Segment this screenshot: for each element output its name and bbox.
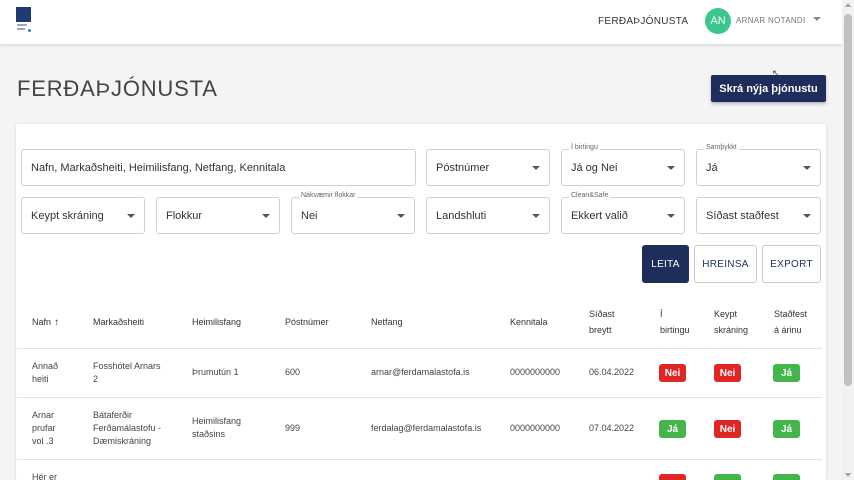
status-badge: Já <box>659 420 686 438</box>
dropdown-arrow-icon <box>127 214 135 218</box>
cell-kennitala: 0000000000 <box>510 367 561 377</box>
mouse-cursor-icon: ↖ <box>772 68 780 78</box>
column-header-sidast-breytt[interactable]: Síðast breytt <box>589 306 615 338</box>
user-name[interactable]: ARNAR NOTANDI <box>736 16 806 25</box>
clean-safe-select[interactable]: Clean&Safe Ekkert valið <box>561 192 685 234</box>
birtingu-select[interactable]: Í birtingu Já og Nei <box>561 144 685 186</box>
chevron-down-icon[interactable] <box>813 17 821 21</box>
column-header-stadfest[interactable]: Staðfest á árinu <box>774 306 807 338</box>
column-header-kennitala[interactable]: Kennitala <box>510 314 548 330</box>
clear-button[interactable]: HREINSA <box>694 245 757 283</box>
cell-netfang: arnar@ferdamalastofa.is <box>371 367 470 377</box>
column-header-netfang[interactable]: Netfang <box>371 314 403 330</box>
page-title: FERÐAÞJÓNUSTA <box>17 76 218 101</box>
dropdown-arrow-icon <box>803 214 811 218</box>
cell-nafn: Annað heiti <box>32 361 59 384</box>
dropdown-arrow-icon <box>532 214 540 218</box>
dropdown-arrow-icon <box>667 214 675 218</box>
cell-postnumer: 999 <box>285 423 301 433</box>
dropdown-arrow-icon <box>397 214 405 218</box>
status-badge <box>659 474 686 480</box>
column-header-markadsheiti[interactable]: Markaðsheiti <box>93 314 144 330</box>
dropdown-arrow-icon <box>532 166 540 170</box>
cell-heimilisfang: Þrumutún 1 <box>192 367 239 377</box>
avatar[interactable]: AN <box>705 8 731 34</box>
cell-netfang: ferdalag@ferdamalastofa.is <box>371 423 482 433</box>
export-button[interactable]: EXPORT <box>762 245 821 283</box>
status-badge: Nei <box>714 420 741 438</box>
column-header-postnumer[interactable]: Póstnúmer <box>285 314 329 330</box>
keypt-skraning-select[interactable]: Keypt skráning <box>21 197 145 234</box>
flokkur-select[interactable]: Flokkur <box>156 197 280 234</box>
nav-link-ferdathjonusta[interactable]: FERÐAÞJÓNUSTA <box>598 16 688 27</box>
cell-kennitala: 0000000000 <box>510 423 561 433</box>
status-badge: Já <box>773 420 800 438</box>
divider <box>17 348 822 349</box>
top-bar: FERÐAÞJÓNUSTA AN ARNAR NOTANDI <box>0 0 842 44</box>
status-badge: Nei <box>659 364 686 382</box>
create-service-button[interactable]: Skrá nýja þjónustu <box>711 75 826 102</box>
dropdown-arrow-icon <box>667 166 675 170</box>
scroll-up-icon[interactable] <box>845 3 851 7</box>
search-input[interactable]: Nafn, Markaðsheiti, Heimilisfang, Netfan… <box>21 149 416 186</box>
cell-nafn: Arnar prufar vol .3 <box>32 410 56 446</box>
status-badge: Já <box>773 364 800 382</box>
status-badge <box>773 474 800 480</box>
logo[interactable] <box>16 7 32 33</box>
scroll-down-icon[interactable] <box>845 473 851 477</box>
nakvaemir-flokkar-select[interactable]: Nákvæmir flokkar Nei <box>291 192 415 234</box>
cell-nafn: Hér er <box>32 472 58 480</box>
divider <box>17 397 822 398</box>
sort-arrow-up-icon[interactable]: ↑ <box>54 315 59 331</box>
dropdown-arrow-icon <box>803 166 811 170</box>
cell-postnumer: 600 <box>285 367 301 377</box>
search-button[interactable]: LEITA <box>642 245 689 283</box>
sidast-stadfest-select[interactable]: Síðast staðfest <box>696 197 821 234</box>
cell-markadsheiti: Bátaferðir Ferðamálastofu - Dæmiskráning <box>93 410 162 446</box>
scrollbar[interactable] <box>842 0 854 480</box>
cell-sidast-breytt: 06.04.2022 <box>589 367 635 377</box>
status-badge <box>714 474 741 480</box>
column-header-keypt-skraning[interactable]: Keypt skráning <box>714 306 748 338</box>
dropdown-arrow-icon <box>262 214 270 218</box>
column-header-i-birtingu[interactable]: Í birtingu <box>660 306 690 338</box>
column-header-nafn[interactable]: Nafn ↑ <box>32 314 59 331</box>
landshluti-select[interactable]: Landshluti <box>426 197 550 234</box>
cell-sidast-breytt: 07.04.2022 <box>589 423 635 433</box>
status-badge: Nei <box>714 364 741 382</box>
column-header-heimilisfang[interactable]: Heimilisfang <box>192 314 241 330</box>
samthykkt-select[interactable]: Samþykkt Já <box>696 144 821 186</box>
scrollbar-thumb[interactable] <box>844 14 852 386</box>
cell-heimilisfang: Heimilisfang staðsins <box>192 416 242 439</box>
postnumer-select[interactable]: Póstnúmer <box>426 149 550 186</box>
divider <box>17 459 822 460</box>
cell-markadsheiti: Fosshótel Arnars 2 <box>93 361 161 384</box>
